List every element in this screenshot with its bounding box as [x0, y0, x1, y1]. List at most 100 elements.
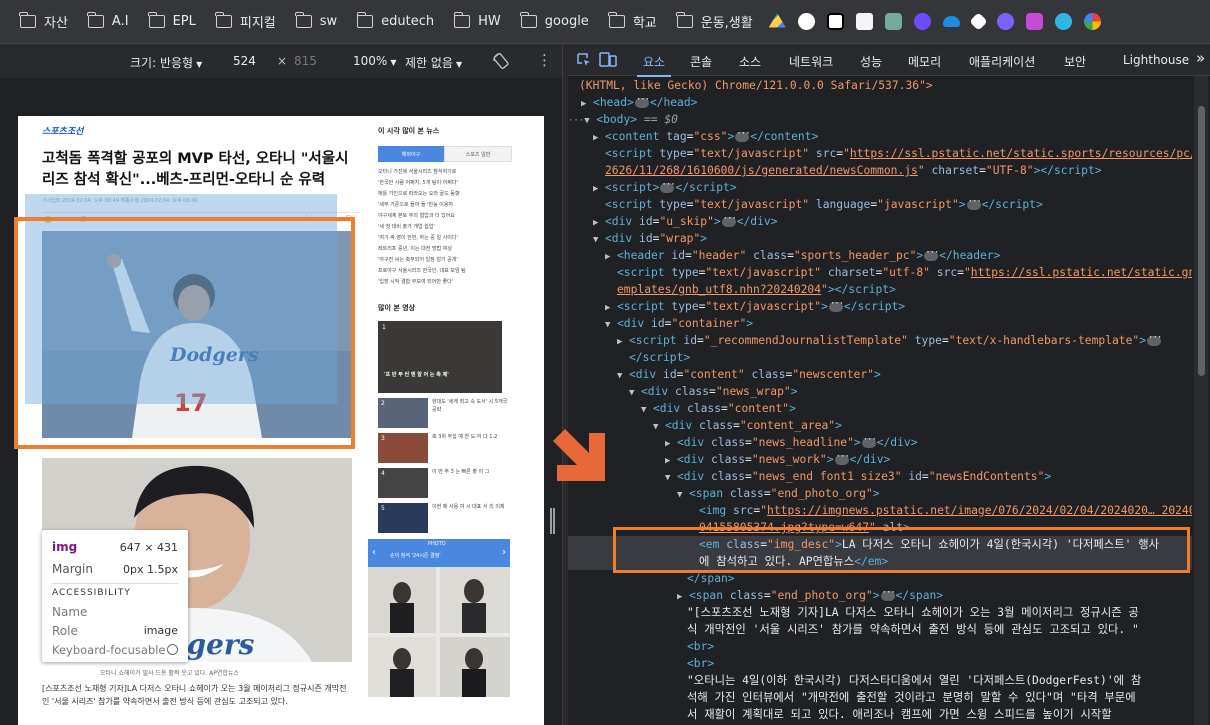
ellipsis-icon[interactable] [828, 296, 843, 313]
dimensions-dropdown[interactable]: 크기: 반응형 ▼ [130, 54, 202, 71]
app-icon[interactable] [1025, 13, 1043, 30]
app-icon[interactable] [1083, 13, 1101, 30]
ellipsis-icon[interactable] [735, 126, 750, 143]
collapse-arrow-icon[interactable]: ▼ [617, 368, 629, 385]
ellipsis-icon[interactable] [834, 449, 849, 466]
press-logo[interactable]: 스포츠조선 [42, 124, 360, 137]
ellipsis-icon[interactable] [660, 177, 675, 194]
list-item[interactable]: '세부 기준으로 들어 들 '만능 이용자 [378, 201, 512, 212]
bookmark-folder-10[interactable]: 운동,생활 [667, 8, 763, 36]
dom-line[interactable]: emplates/gnb_utf8.nhn?20240204"></script… [617, 281, 896, 298]
dom-line[interactable]: <script type="text/javascript" src="http… [605, 145, 1192, 162]
dom-line[interactable]: "[스포츠조선 노재형 기자]LA 다저스 오타니 쇼헤이가 오는 3월 메이저… [687, 604, 1139, 621]
width-input[interactable]: 524 [233, 54, 256, 68]
collapse-arrow-icon[interactable]: ▼ [641, 402, 653, 419]
ellipsis-icon[interactable] [966, 194, 981, 211]
dom-line[interactable]: 식 개막전인 '서울 시리즈' 참가를 약속하면서 출전 방식 등에 관심도 고… [687, 621, 1139, 638]
bookmark-folder-3[interactable]: EPL [139, 8, 206, 36]
app-icon[interactable] [969, 12, 988, 31]
onedrive-icon[interactable] [942, 16, 960, 27]
tab-memory[interactable]: 메모리 [908, 53, 941, 70]
bookmark-folder-5[interactable]: sw [286, 8, 347, 36]
ellipsis-icon[interactable] [924, 245, 938, 262]
tab-overseas-baseball[interactable]: 해외야구 [378, 146, 444, 162]
img-src-link[interactable]: https://imgnews.pstatic.net/image/076/20… [767, 504, 1192, 517]
app-icon[interactable] [996, 13, 1014, 30]
dom-line[interactable]: <script type="text/javascript" language=… [605, 194, 1043, 213]
list-item[interactable]: 레트리프 중년, 이는 대전 방법 여성 [378, 245, 512, 256]
tab-sports-general[interactable]: 스포츠 일반 [444, 146, 512, 162]
collapse-arrow-icon[interactable]: ▼ [605, 317, 617, 334]
script-src-link[interactable]: emplates/gnb_utf8.nhn?20240204 [617, 283, 821, 296]
devtools-scrollbar[interactable] [1194, 76, 1208, 725]
dom-line[interactable]: 석해 가진 인터뷰에서 "개막전에 출전할 것이라고 분명히 말할 수 있다"며… [687, 689, 1136, 706]
dom-line[interactable]: 2626/11/268/1610600/js/generated/newsCom… [605, 162, 1102, 179]
ellipsis-icon[interactable] [721, 211, 736, 228]
dom-line[interactable]: ▶ <script id="_recommendJournalistTemplat… [617, 330, 1162, 351]
tab-sources[interactable]: 소스 [739, 53, 761, 70]
more-tabs-icon[interactable]: » [1196, 49, 1205, 67]
video-item[interactable]: 4 이 번 주 3 는 빠른 출 이 그 [378, 468, 512, 498]
dom-line[interactable]: (KHTML, like Gecko) Chrome/121.0.0.0 Saf… [579, 77, 933, 94]
app-icon[interactable] [855, 13, 873, 30]
tab-lighthouse[interactable]: Lighthouse [1123, 53, 1189, 67]
tab-security[interactable]: 보안 [1064, 53, 1086, 70]
app-icon[interactable] [913, 13, 931, 30]
chatgpt-icon[interactable] [884, 13, 902, 30]
github-icon[interactable] [797, 13, 815, 30]
collapse-arrow-icon[interactable]: ▼ [665, 470, 677, 487]
chevron-right-icon[interactable]: › [502, 547, 506, 558]
list-item[interactable]: 오타니 가진에 서울시리즈 참석하기로 [378, 168, 512, 179]
inspect-element-icon[interactable] [576, 52, 592, 68]
collapse-arrow-icon[interactable]: ▼ [593, 232, 605, 249]
collapse-arrow-icon[interactable]: ▼ [653, 419, 665, 436]
expand-arrow-icon[interactable]: ▶ [617, 334, 629, 351]
script-src-link[interactable]: https://ssl.pstatic.net/static.gn/t [971, 266, 1192, 279]
list-item[interactable]: '입장 시작 결합 무보여 되어만 좋다' [378, 278, 512, 289]
photo-banner[interactable]: ‹ PHOTO 순이 참석 '24시즌 결정' › [368, 539, 510, 567]
expand-arrow-icon[interactable]: ▶ [593, 130, 605, 147]
script-src-link[interactable]: 2626/11/268/1610600/js/generated/newsCom… [605, 164, 918, 177]
dom-line[interactable]: </script> [629, 349, 690, 366]
ellipsis-icon[interactable] [1147, 330, 1161, 347]
ellipsis-icon[interactable] [861, 432, 876, 449]
video-item[interactable]: 3 축 3위 무섭 예 찬 도 하 다 1,2 [378, 433, 512, 463]
script-src-link[interactable]: https://ssl.pstatic.net/static.sports/re… [850, 147, 1192, 160]
collapse-arrow-icon[interactable]: ▼ [629, 385, 641, 402]
scrollbar-thumb[interactable] [1198, 106, 1205, 376]
list-item[interactable]: '세 첫 대비 출가 개업 쉽업' [378, 223, 512, 234]
rotate-icon[interactable] [492, 52, 510, 70]
dom-line[interactable]: "오타니는 4일(이하 한국시각) 다저스타디움에서 열린 '다저페스트(Dod… [687, 672, 1141, 689]
ellipsis-icon[interactable] [634, 92, 649, 109]
dom-line[interactable]: 서 재활이 계획대로 되고 있다. 애리조나 캠프에 가면 스윙 스피드를 높이… [687, 706, 1112, 723]
google-drive-icon[interactable] [768, 13, 786, 28]
bookmark-folder-1[interactable]: 자산 [10, 8, 78, 36]
tab-application[interactable]: 애플리케이션 [969, 53, 1035, 70]
dom-line[interactable]: <script type="text/javascript" charset="… [617, 264, 1192, 281]
collapse-arrow-icon[interactable]: ▼ [677, 487, 689, 504]
device-toolbar-icon[interactable] [599, 52, 617, 68]
ellipsis-icon[interactable] [880, 585, 895, 602]
tab-network[interactable]: 네트워크 [789, 53, 833, 70]
expand-arrow-icon[interactable]: ▶ [605, 249, 617, 266]
throttle-dropdown[interactable]: 제한 없음 ▼ [405, 54, 462, 71]
bookmark-folder-4[interactable]: 피지컬 [206, 8, 286, 36]
notion-icon[interactable] [826, 13, 844, 30]
dom-line[interactable]: <br> [687, 655, 714, 672]
more-options-icon[interactable]: ⋮ [537, 51, 552, 69]
list-item[interactable]: 애틀 가진으로 따라오는 오라 골드 동향 [378, 190, 512, 201]
list-item[interactable]: '야구전 씨는 축무되어 일정 얼기 공개' [378, 256, 512, 267]
bookmark-folder-7[interactable]: HW [444, 8, 511, 36]
video-item[interactable]: 2 양대도 '세계 최고 속 도서' 시 5개국 공략 [378, 398, 512, 428]
bookmark-folder-8[interactable]: google [511, 8, 599, 36]
dom-line-img[interactable]: <img src="https://imgnews.pstatic.net/im… [699, 502, 1192, 519]
list-item[interactable]: 프로야구 서울시리즈 한국인, 대표 모임 팀 [378, 267, 512, 278]
list-item[interactable]: '한국만 사람 어쩌지, 5개 팀이 어쩌다' [378, 179, 512, 190]
splitter-grip-icon[interactable] [550, 508, 556, 534]
bookmark-folder-9[interactable]: 학교 [599, 8, 667, 36]
expand-arrow-icon[interactable]: ▶ [593, 181, 605, 198]
list-item[interactable]: 야구세계 본토 주의 협업과 더 있어요 [378, 212, 512, 223]
bookmark-folder-2[interactable]: A.I [78, 8, 139, 36]
dom-line[interactable]: <br> [687, 638, 714, 655]
bookmark-folder-6[interactable]: edutech [347, 8, 444, 36]
